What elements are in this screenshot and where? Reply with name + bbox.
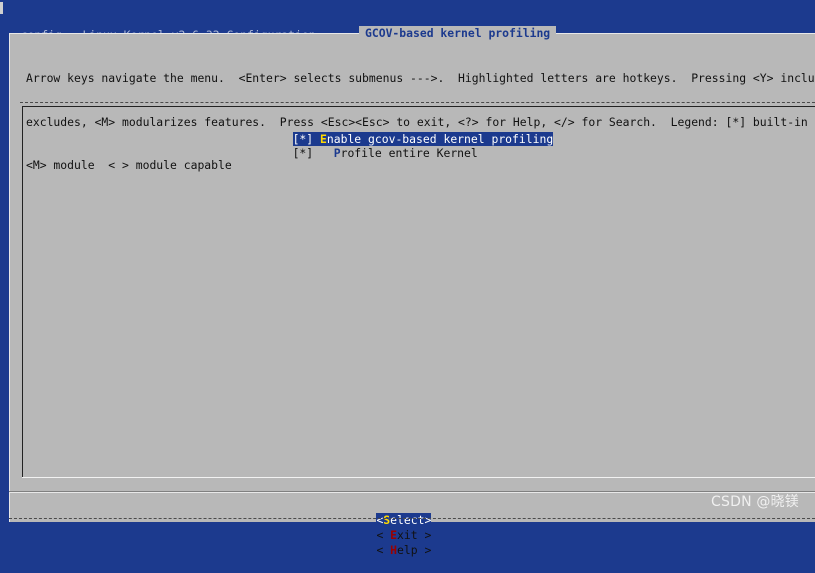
help-button[interactable]: < Help > [376, 543, 431, 558]
menu-items: [*] Enable gcov-based kernel profiling [… [224, 117, 554, 160]
exit-button-open: < [376, 528, 391, 542]
exit-button-label: xit > [397, 528, 432, 542]
menu-item-text: [*] Profile entire Kernel [293, 146, 478, 160]
watermark: CSDN @晓镁 [711, 494, 799, 510]
menu-list-bottom-border [22, 477, 815, 478]
menu-item-text: [*] Enable gcov-based kernel profiling [292, 131, 554, 146]
menu-item-checkbox[interactable]: [*] [293, 146, 334, 160]
button-bar: <Select> < Exit > < Help > [349, 498, 457, 557]
dialog-border-left [9, 33, 10, 522]
menu-item-hotkey: P [333, 146, 341, 160]
terminal-cursor [0, 2, 3, 14]
select-button[interactable]: <Select> [376, 513, 432, 528]
menu-box: [*] Enable gcov-based kernel profiling [… [20, 102, 815, 480]
dialog-title: GCOV-based kernel profiling [359, 26, 557, 40]
menu-item-label: nable gcov-based kernel profiling [326, 131, 554, 146]
menu-list-frame: [*] Enable gcov-based kernel profiling [… [22, 106, 815, 477]
dialog-bottom-border [9, 518, 815, 520]
help-button-label: elp > [397, 543, 432, 557]
menu-item-label: rofile entire Kernel [340, 146, 478, 160]
exit-button[interactable]: < Exit > [376, 528, 431, 543]
menu-item-checkbox[interactable]: [*] [293, 132, 320, 146]
select-button-label: elect> [390, 513, 432, 527]
menuconfig-dialog: GCOV-based kernel profiling Arrow keys n… [9, 26, 815, 557]
help-button-open: < [376, 543, 391, 557]
exit-button-hotkey: E [390, 528, 398, 542]
help-button-hotkey: H [390, 543, 398, 557]
menu-item-enable-gcov[interactable]: [*] Enable gcov-based kernel profiling [224, 117, 554, 146]
menu-item-hotkey: E [320, 131, 327, 146]
window-title-bar: config - Linux Kernel v2.6.32 Configurat… [0, 0, 815, 42]
button-separator-highlight [9, 492, 815, 493]
help-line: Arrow keys navigate the menu. <Enter> se… [26, 71, 815, 85]
